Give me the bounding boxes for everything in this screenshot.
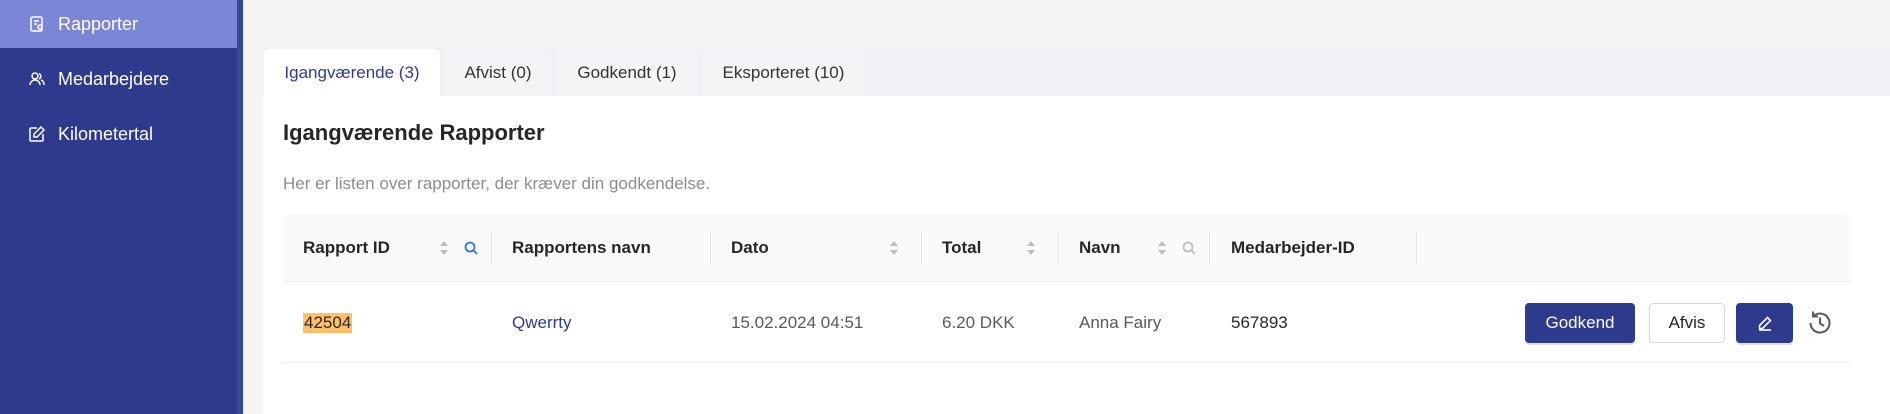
tab-godkendt[interactable]: Godkendt (1)	[556, 49, 698, 96]
cell-rapport-id: 42504	[303, 283, 353, 363]
sort-icon[interactable]	[1025, 238, 1037, 258]
sidebar: Rapporter Medarbejdere Kilometertal	[0, 0, 243, 414]
tab-label: Afvist (0)	[464, 62, 532, 82]
tab-afvist[interactable]: Afvist (0)	[444, 49, 552, 96]
cell-rapportens-navn[interactable]: Qwerrty	[512, 283, 572, 363]
tab-label: Igangværende (3)	[284, 62, 420, 82]
table-header: Rapport ID Rapportens navn Dato Total Na…	[283, 214, 1851, 282]
sidebar-item-label: Medarbejdere	[58, 68, 170, 89]
report-icon	[28, 15, 46, 33]
column-header-medarbejder-id[interactable]: Medarbejder-ID	[1231, 214, 1355, 282]
edit-icon	[28, 125, 46, 143]
tab-eksporteret[interactable]: Eksporteret (10)	[702, 49, 865, 96]
column-divider	[1209, 232, 1210, 264]
cell-dato: 15.02.2024 04:51	[731, 313, 864, 332]
column-divider	[1416, 232, 1417, 264]
column-header-navn[interactable]: Navn	[1079, 214, 1121, 282]
reject-button[interactable]: Afvis	[1649, 303, 1725, 343]
users-icon	[28, 70, 46, 88]
edit-button[interactable]	[1736, 303, 1793, 343]
column-header-total[interactable]: Total	[942, 214, 981, 282]
cell-navn: Anna Fairy	[1079, 313, 1162, 332]
cell-total: 6.20 DKK	[942, 313, 1015, 332]
column-header-rapportens-navn[interactable]: Rapportens navn	[512, 214, 651, 282]
sidebar-item-rapporter[interactable]: Rapporter	[0, 0, 237, 48]
column-divider	[710, 232, 711, 264]
sort-icon[interactable]	[1156, 238, 1168, 258]
column-divider	[1058, 232, 1059, 264]
sort-icon[interactable]	[438, 238, 450, 258]
tab-label: Godkendt (1)	[577, 62, 677, 82]
column-divider	[921, 232, 922, 264]
sort-icon[interactable]	[888, 238, 900, 258]
search-icon[interactable]	[463, 240, 479, 256]
search-highlight: 42504	[303, 313, 353, 333]
sidebar-item-label: Kilometertal	[58, 123, 154, 144]
tab-label: Eksporteret (10)	[722, 62, 845, 82]
sidebar-item-label: Rapporter	[58, 13, 139, 34]
tab-igangvaerende[interactable]: Igangværende (3)	[264, 49, 440, 96]
column-header-rapport-id[interactable]: Rapport ID	[303, 214, 390, 282]
sidebar-item-kilometertal[interactable]: Kilometertal	[0, 110, 237, 158]
column-header-dato[interactable]: Dato	[731, 214, 769, 282]
approve-button[interactable]: Godkend	[1525, 303, 1635, 343]
pencil-icon	[1756, 314, 1774, 332]
page-title: Igangværende Rapporter	[283, 120, 545, 145]
search-icon[interactable]	[1181, 240, 1197, 256]
history-icon[interactable]	[1805, 308, 1835, 338]
sidebar-item-medarbejdere[interactable]: Medarbejdere	[0, 55, 237, 103]
cell-medarbejder-id: 567893	[1231, 313, 1288, 332]
page-subtitle: Her er listen over rapporter, der kræver…	[283, 174, 711, 193]
sidebar-edge	[237, 0, 243, 414]
column-divider	[491, 232, 492, 264]
table-row: 42504 Qwerrty 15.02.2024 04:51 6.20 DKK …	[283, 283, 1851, 363]
